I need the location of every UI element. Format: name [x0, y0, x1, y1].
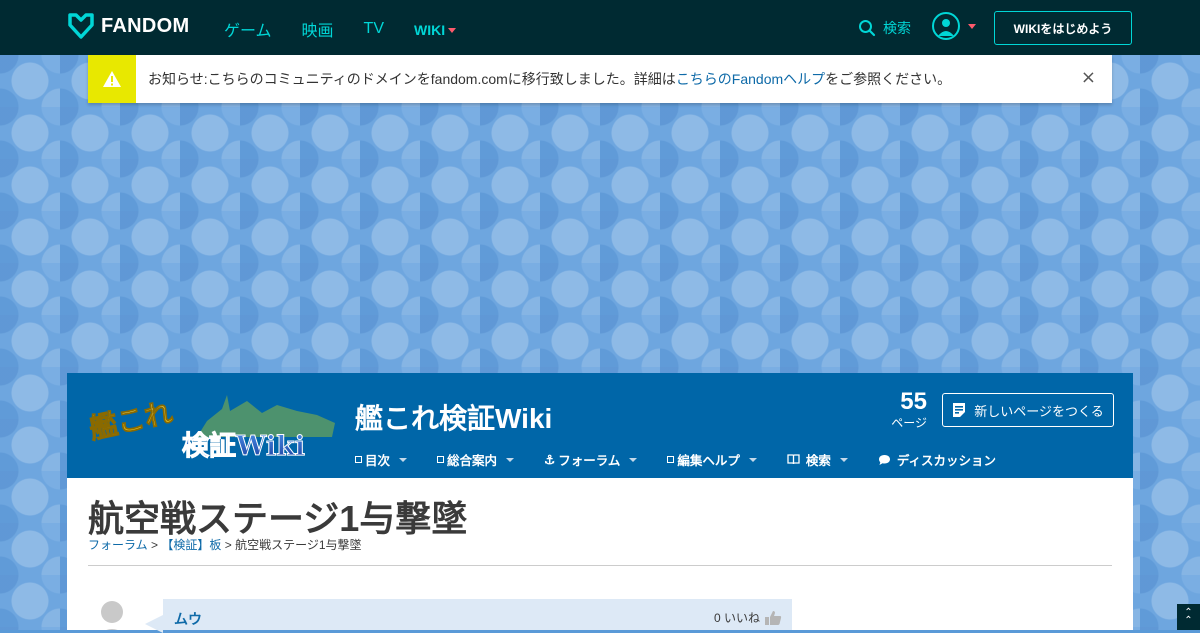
close-icon[interactable]: ×: [1081, 69, 1096, 87]
global-search[interactable]: 検索: [858, 18, 911, 38]
wiki-nav-edit-help[interactable]: 編集ヘルプ: [667, 450, 757, 469]
nav-link-tv[interactable]: TV: [364, 17, 384, 41]
wiki-logo-text-kancolle: 艦これ: [87, 396, 176, 446]
wiki-nav-contents[interactable]: 目次: [355, 450, 408, 469]
wiki-nav-label: 検索: [805, 454, 831, 468]
wiki-nav-discussions[interactable]: ディスカッション: [878, 450, 996, 469]
wiki-nav-label: 編集ヘルプ: [677, 454, 740, 468]
page-counter: 55 ページ: [887, 387, 927, 429]
post-likes: 0 いいね: [714, 609, 782, 626]
wiki-navigation: 目次 総合案内 ⚓︎ フォーラム 編集ヘルプ 検索 ディスカッション: [355, 450, 1026, 469]
wiki-nav-guide[interactable]: 総合案内: [437, 450, 515, 469]
start-wiki-button[interactable]: WIKIをはじめよう: [994, 11, 1132, 45]
like-count: 0 いいね: [713, 611, 760, 625]
breadcrumb-board-link[interactable]: 【検証】板: [161, 538, 221, 552]
post-author-avatar[interactable]: [91, 600, 133, 630]
double-chevron-up-icon: ⌃ ⌃: [1184, 607, 1193, 626]
new-page-button[interactable]: 新しいページをつくる: [942, 393, 1114, 427]
new-page-label: 新しいページをつくる: [974, 403, 1104, 419]
page-content: 航空戦ステージ1与撃墜 フォーラム > 【検証】板 > 航空戦ステージ1与撃墜 …: [67, 478, 1133, 633]
anchor-icon: ⚓︎: [544, 453, 556, 467]
community-header: 艦これ 検証Wiki 艦これ検証Wiki 55 ページ 新しいページをつくる 目…: [67, 373, 1133, 478]
warning-icon: [88, 55, 136, 103]
page-count: 55: [900, 388, 927, 415]
thumbs-up-icon[interactable]: [764, 610, 782, 626]
user-menu[interactable]: [932, 12, 976, 40]
nav-link-games[interactable]: ゲーム: [224, 17, 272, 41]
wiki-nav-label: 総合案内: [447, 454, 498, 468]
notification-banner: お知らせ:こちらのコミュニティのドメインをfandom.comに移行致しました。…: [88, 55, 1112, 103]
breadcrumb-forum-link[interactable]: フォーラム: [88, 538, 148, 552]
user-avatar-icon: [932, 12, 960, 40]
wiki-nav-search[interactable]: 検索: [787, 450, 848, 469]
wiki-logo[interactable]: 艦これ 検証Wiki: [86, 391, 337, 463]
chevron-down-icon: [399, 457, 408, 462]
nav-link-wiki[interactable]: WIKI: [414, 19, 457, 41]
fandom-heart-icon: [68, 13, 94, 39]
search-icon: [859, 20, 876, 37]
wiki-nav-label: フォーラム: [558, 454, 621, 468]
chevron-down-icon: [506, 457, 515, 462]
chevron-down-icon: [839, 457, 848, 462]
notice-text-before: お知らせ:こちらのコミュニティのドメインをfandom.comに移行致しました。…: [148, 71, 676, 87]
notice-text-after: をご参照ください。: [825, 71, 952, 87]
notice-text: お知らせ:こちらのコミュニティのドメインをfandom.comに移行致しました。…: [148, 69, 951, 89]
square-icon: [437, 456, 445, 463]
chevron-down-icon: [748, 457, 757, 462]
breadcrumb-separator: >: [150, 538, 158, 552]
nav-link-wiki-label: WIKI: [414, 22, 446, 38]
wiki-nav-label: ディスカッション: [896, 454, 997, 468]
speech-bubble-icon: [878, 454, 890, 465]
chevron-down-icon: [448, 27, 457, 33]
wiki-nav-forum[interactable]: ⚓︎ フォーラム: [544, 450, 638, 469]
global-nav-links: ゲーム 映画 TV WIKI: [224, 17, 486, 41]
scroll-to-top-button[interactable]: ⌃ ⌃: [1177, 604, 1200, 630]
global-navigation: FANDOM ゲーム 映画 TV WIKI 検索 WIKIをはじめよう: [0, 0, 1200, 55]
breadcrumb-separator: >: [224, 538, 232, 552]
square-icon: [667, 456, 675, 463]
nav-link-movies[interactable]: 映画: [302, 17, 334, 41]
wiki-title[interactable]: 艦これ検証Wiki: [355, 397, 552, 437]
search-label: 検索: [883, 20, 911, 36]
wiki-nav-label: 目次: [365, 454, 391, 468]
chevron-down-icon: [968, 23, 976, 29]
chevron-down-icon: [629, 457, 638, 462]
breadcrumb-current: 航空戦ステージ1与撃墜: [235, 538, 362, 552]
notice-help-link[interactable]: こちらのFandomヘルプ: [676, 71, 825, 87]
page-count-label: ページ: [891, 416, 927, 430]
post-author-name[interactable]: ムウ: [174, 609, 202, 629]
page-title: 航空戦ステージ1与撃墜: [88, 498, 468, 539]
fandom-logo[interactable]: FANDOM: [67, 13, 189, 39]
square-icon: [355, 456, 362, 463]
breadcrumb: フォーラム > 【検証】板 > 航空戦ステージ1与撃墜: [88, 536, 362, 553]
wiki-logo-text-kensho: 検証Wiki: [182, 430, 305, 461]
divider: [88, 565, 1112, 566]
book-icon: [787, 454, 800, 465]
fandom-brand-text: FANDOM: [101, 14, 190, 37]
new-page-icon: [953, 403, 966, 417]
forum-post: ムウ 0 いいね: [145, 599, 792, 633]
